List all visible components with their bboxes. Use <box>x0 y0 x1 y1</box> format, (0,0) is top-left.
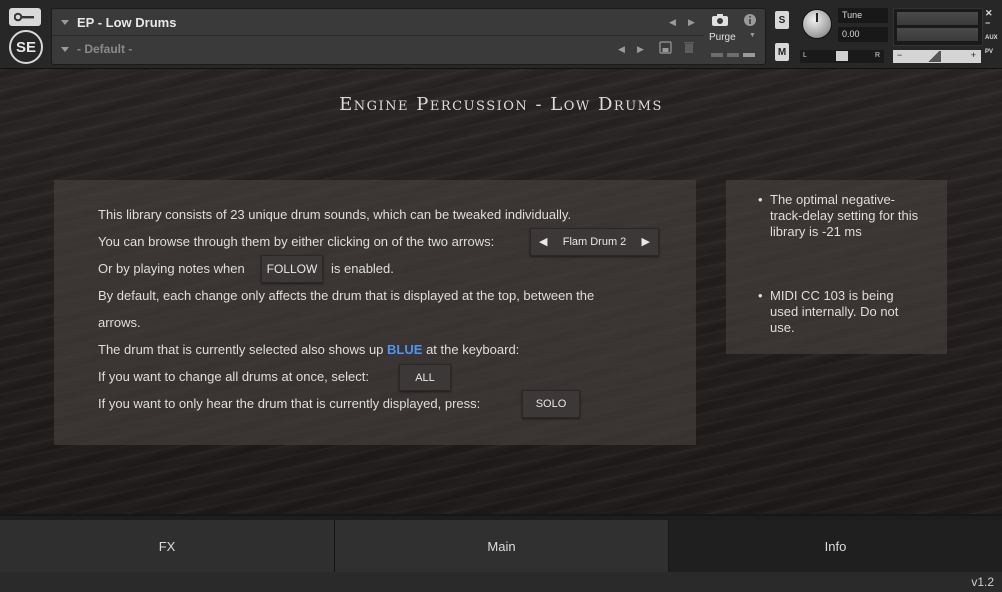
pan-right-label: R <box>874 52 880 59</box>
version-label: v1.2 <box>971 575 994 589</box>
note-text: The optimal negative-track-delay setting… <box>770 192 919 239</box>
page-title: Engine Percussion - Low Drums <box>339 94 663 115</box>
blue-highlight: BLUE <box>387 342 423 357</box>
bullet-icon: • <box>758 288 763 303</box>
tune-value[interactable]: 0.00 <box>838 27 888 42</box>
se-logo: SE <box>9 30 43 64</box>
dropdown-triangle-icon[interactable] <box>61 19 69 25</box>
info-line: You can browse through them by either cl… <box>98 234 495 249</box>
solo-toggle[interactable]: S <box>775 11 789 29</box>
info-text: at the keyboard: <box>426 342 520 357</box>
notes-panel: • The optimal negative-track-delay setti… <box>726 180 947 354</box>
memory-meter <box>711 53 755 57</box>
tab-info[interactable]: Info <box>669 520 1002 572</box>
volume-minus: − <box>897 50 903 60</box>
tab-fx[interactable]: FX <box>0 520 335 572</box>
instrument-name[interactable]: EP - Low Drums <box>77 15 176 30</box>
info-line: Or by playing notes when <box>98 261 245 276</box>
tune-label: Tune <box>838 8 888 23</box>
preset-row: - Default - ◀ ▶ <box>52 36 704 62</box>
info-line: If you want to change all drums at once,… <box>98 369 369 384</box>
save-icon[interactable] <box>659 41 672 54</box>
tab-main[interactable]: Main <box>335 520 669 572</box>
instrument-header: SE EP - Low Drums ◀ ▶ - Default - ◀ ▶ Pu… <box>0 0 1002 69</box>
all-button[interactable]: ALL <box>399 364 451 391</box>
wrench-icon <box>14 12 34 22</box>
note-text: MIDI CC 103 is being used internally. Do… <box>770 288 899 335</box>
dropdown-triangle-icon[interactable] <box>61 46 69 52</box>
camera-icon[interactable] <box>711 13 729 27</box>
mute-toggle[interactable]: M <box>775 43 789 61</box>
info-line: If you want to only hear the drum that i… <box>98 396 481 411</box>
tab-bar: FX Main Info <box>0 514 1002 574</box>
info-icon[interactable] <box>743 13 757 27</box>
info-line: is enabled. <box>331 261 394 276</box>
info-line: The drum that is currently selected also… <box>98 342 519 357</box>
prev-instrument-icon[interactable]: ◀ <box>669 17 676 28</box>
note-item: • The optimal negative-track-delay setti… <box>758 192 925 240</box>
pv-label[interactable]: PV <box>985 49 993 55</box>
solo-button[interactable]: SOLO <box>522 390 580 418</box>
tune-knob[interactable] <box>802 9 832 39</box>
volume-plus: + <box>970 50 976 60</box>
wrench-button[interactable] <box>9 8 41 26</box>
purge-label[interactable]: Purge <box>709 32 736 43</box>
volume-slider[interactable]: − + <box>893 50 981 63</box>
pan-slider[interactable]: L R <box>800 50 884 63</box>
pan-left-label: L <box>803 52 807 59</box>
info-panel: This library consists of 23 unique drum … <box>54 180 696 445</box>
info-line: By default, each change only affects the… <box>98 288 595 303</box>
follow-button[interactable]: FOLLOW <box>261 255 323 283</box>
info-line: arrows. <box>98 315 141 330</box>
prev-drum-icon[interactable]: ◀ <box>539 235 547 248</box>
drum-selector: ◀ Flam Drum 2 ▶ <box>530 228 659 256</box>
info-text: The drum that is currently selected also… <box>98 342 384 357</box>
level-meter <box>893 8 983 46</box>
next-instrument-icon[interactable]: ▶ <box>688 17 695 28</box>
instrument-row: EP - Low Drums ◀ ▶ <box>52 9 704 36</box>
pan-handle[interactable] <box>836 51 848 61</box>
next-drum-icon[interactable]: ▶ <box>642 235 650 248</box>
delete-icon[interactable] <box>683 41 695 54</box>
purge-dropdown-icon[interactable]: ▼ <box>749 32 756 39</box>
note-item: • MIDI CC 103 is being used internally. … <box>758 288 925 336</box>
drum-selector-label: Flam Drum 2 <box>562 236 627 248</box>
footer: v1.2 <box>0 572 1002 592</box>
volume-handle[interactable] <box>927 51 941 62</box>
prev-preset-icon[interactable]: ◀ <box>618 44 625 55</box>
preset-name[interactable]: - Default - <box>77 42 132 56</box>
instrument-box: EP - Low Drums ◀ ▶ - Default - ◀ ▶ Purge… <box>51 8 766 65</box>
minimize-icon[interactable]: − <box>985 18 990 28</box>
next-preset-icon[interactable]: ▶ <box>637 44 644 55</box>
info-line: This library consists of 23 unique drum … <box>98 207 572 222</box>
bullet-icon: • <box>758 192 763 207</box>
aux-label[interactable]: AUX <box>985 35 998 41</box>
